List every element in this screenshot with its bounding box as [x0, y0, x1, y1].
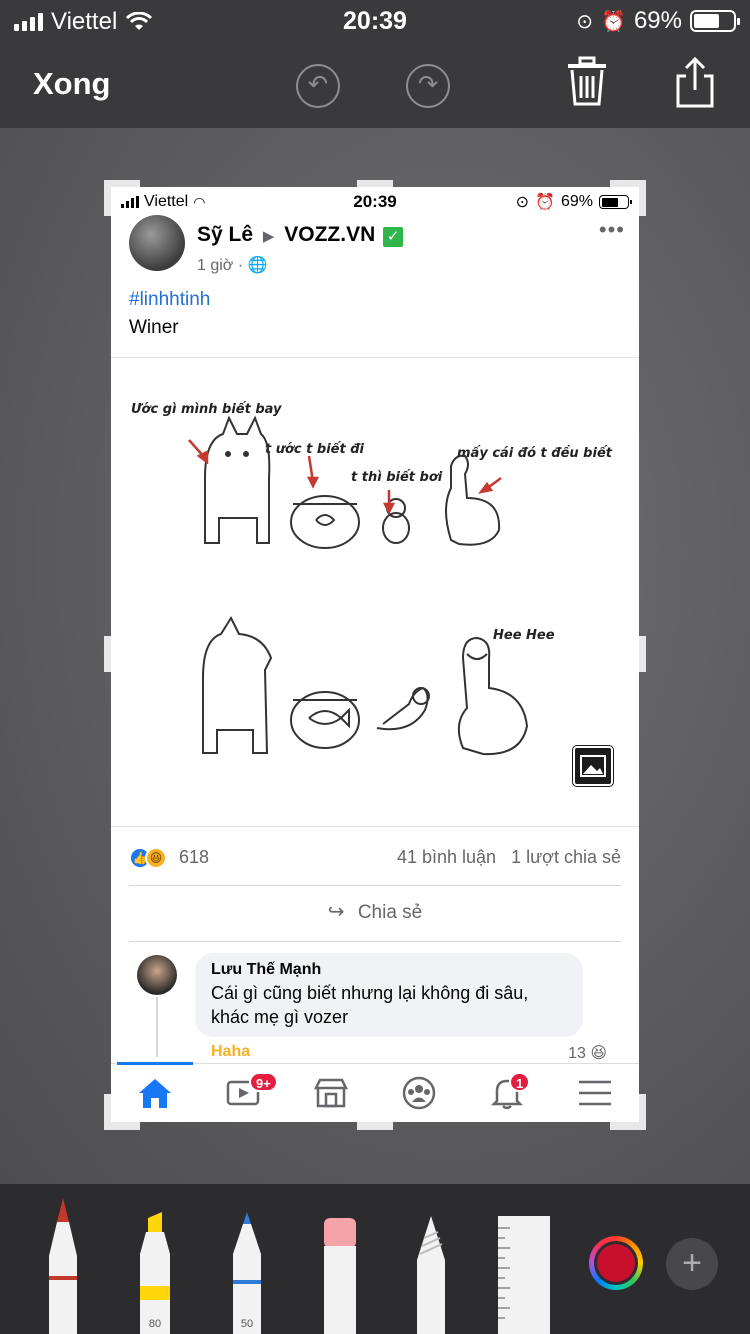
reaction-count: 618	[179, 847, 210, 867]
video-badge: 9+	[249, 1072, 278, 1092]
screenshot-preview: Viettel ◠ 20:39 ⊙ ⏰ 69% Sỹ Lê ▶ VOZZ.VN …	[111, 187, 639, 1122]
crop-handle-bottom[interactable]	[357, 1122, 393, 1130]
crop-handle-right[interactable]	[638, 636, 646, 672]
tab-home	[111, 1062, 199, 1122]
post-caption: Winer	[129, 317, 179, 338]
author-name: Sỹ Lê	[197, 223, 254, 246]
markup-tool-palette: 80 50 +	[0, 1184, 750, 1334]
share-label: Chia sẻ	[357, 902, 423, 923]
meme-image: Ước gì mình biết bay t ước t biết đi t t…	[111, 357, 639, 827]
thread-line	[156, 997, 158, 1057]
globe-icon: 🌐	[247, 257, 268, 274]
comment-reaction-label: Haha	[211, 1043, 251, 1060]
pencil-tool[interactable]: 50	[228, 1210, 266, 1334]
share-action: ↪ Chia sẻ	[111, 899, 639, 933]
divider	[129, 941, 621, 942]
post-author-line: Sỹ Lê ▶ VOZZ.VN ✓	[197, 223, 404, 247]
inner-status-bar: Viettel ◠ 20:39 ⊙ ⏰ 69%	[111, 187, 639, 217]
more-options-icon: •••	[598, 217, 625, 242]
status-bar: Viettel 20:39 ⊙ ⏰ 69%	[0, 0, 750, 42]
group-name: VOZZ.VN	[284, 223, 376, 246]
facebook-tabbar: 9+ 1	[111, 1062, 639, 1122]
pencil-size: 50	[240, 1318, 254, 1330]
lasso-tool[interactable]	[412, 1214, 450, 1334]
tab-groups	[375, 1064, 463, 1122]
post-time: 1 giờ	[197, 257, 234, 274]
crop-handle-top-right-v[interactable]	[638, 180, 646, 216]
arrow-icon: ▶	[262, 228, 275, 245]
post-header: Sỹ Lê ▶ VOZZ.VN ✓ 1 giờ · 🌐 •••	[129, 215, 629, 275]
alarm-icon: ⏰	[601, 10, 626, 33]
marketplace-icon	[313, 1078, 349, 1108]
divider	[129, 885, 621, 886]
crop-handle-bottom-right-v[interactable]	[638, 1094, 646, 1130]
check-icon: ✓	[383, 227, 404, 247]
inner-lock-icon: ⊙	[515, 194, 530, 211]
pen-tool[interactable]	[44, 1196, 82, 1334]
highlighter-tool[interactable]: 80	[136, 1210, 174, 1334]
haha-icon: 😆	[145, 847, 167, 869]
inner-alarm-icon: ⏰	[535, 194, 555, 211]
post-meta: 1 giờ · 🌐	[197, 257, 268, 274]
highlighter-size: 80	[148, 1318, 162, 1330]
undo-icon[interactable]: ↶	[296, 64, 340, 108]
ruler-tool[interactable]	[496, 1214, 552, 1334]
battery-icon	[690, 10, 740, 32]
inner-battery-percent: 69%	[560, 193, 593, 210]
selected-color-swatch	[597, 1244, 635, 1282]
groups-icon	[402, 1076, 436, 1110]
meme-illustration	[188, 415, 529, 756]
eraser-tool[interactable]	[322, 1216, 358, 1334]
tab-menu	[551, 1064, 639, 1122]
tab-marketplace	[287, 1064, 375, 1122]
home-icon	[139, 1079, 171, 1108]
commenter-avatar	[137, 955, 177, 995]
tab-video: 9+	[199, 1064, 287, 1122]
orientation-lock-icon: ⊙	[576, 10, 594, 33]
comment-author: Lưu Thế Mạnh	[211, 961, 322, 978]
reaction-summary: 👍 😆 618 41 bình luận 1 lượt chia sẻ	[129, 845, 621, 875]
author-avatar	[129, 215, 185, 271]
notification-badge: 1	[509, 1072, 531, 1092]
comment-bubble: Lưu Thế Mạnh Cái gì cũng biết nhưng lại …	[195, 953, 583, 1037]
share-arrow-icon: ↪	[327, 901, 345, 923]
share-icon[interactable]	[674, 56, 716, 110]
comment-reaction-count: 13 😆	[568, 1045, 607, 1062]
battery-percent: 69%	[633, 7, 682, 34]
comment-text-line2: khác mẹ gì vozer	[211, 1007, 349, 1027]
comment-count: 41 bình luận	[396, 847, 497, 867]
gallery-icon	[573, 746, 613, 786]
trash-icon[interactable]	[566, 56, 608, 108]
done-button[interactable]: Xong	[33, 66, 111, 102]
markup-top-toolbar: Xong ↶ ↷	[0, 42, 750, 128]
haha-emoji-icon: 😆	[590, 1045, 607, 1062]
tab-notifications: 1	[463, 1064, 551, 1122]
post-hashtag: #linhhtinh	[129, 289, 211, 310]
share-count: 1 lượt chia sẻ	[511, 847, 621, 867]
comment-text-line1: Cái gì cũng biết nhưng lại không đi sâu,	[211, 983, 529, 1003]
redo-icon[interactable]: ↷	[406, 64, 450, 108]
color-picker[interactable]	[589, 1236, 643, 1290]
menu-icon	[579, 1080, 611, 1106]
add-tool-button[interactable]: +	[666, 1238, 718, 1290]
inner-battery-icon	[599, 195, 632, 209]
